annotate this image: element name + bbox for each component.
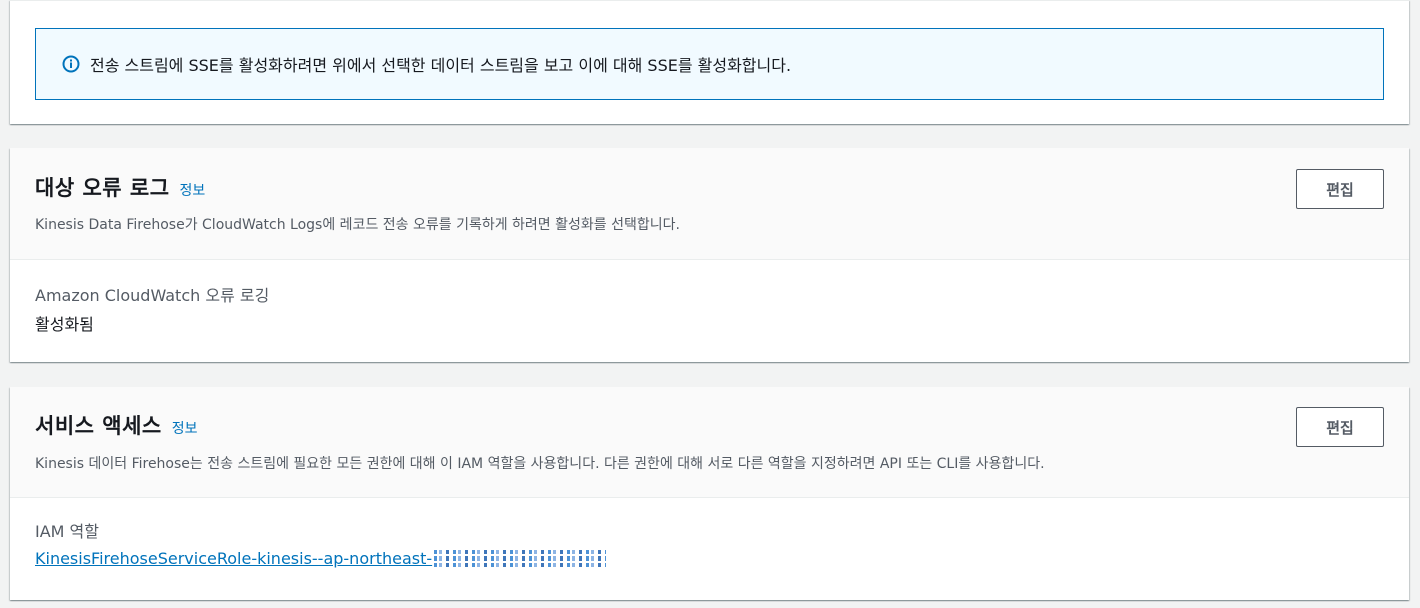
- sse-info-alert: 전송 스트림에 SSE를 활성화하려면 위에서 선택한 데이터 스트림을 보고 …: [35, 28, 1384, 100]
- iam-role-value: KinesisFirehoseServiceRole-kinesis--ap-n…: [35, 549, 607, 568]
- info-link[interactable]: 정보: [172, 421, 198, 437]
- edit-button[interactable]: 편집: [1296, 407, 1384, 447]
- redacted-region: [434, 550, 607, 567]
- field-label: Amazon CloudWatch 오류 로깅: [35, 286, 270, 305]
- panel-title-text: 서비스 액세스: [35, 414, 162, 438]
- info-circle-icon: [62, 55, 80, 73]
- edit-button[interactable]: 편집: [1296, 169, 1384, 209]
- sse-info-text: 전송 스트림에 SSE를 활성화하려면 위에서 선택한 데이터 스트림을 보고 …: [90, 56, 792, 75]
- iam-role-link[interactable]: KinesisFirehoseServiceRole-kinesis--ap-n…: [35, 549, 432, 568]
- info-link[interactable]: 정보: [180, 183, 206, 199]
- panel-description: Kinesis 데이터 Firehose는 전송 스트림에 필요한 모든 권한에…: [35, 456, 1045, 472]
- service-access-panel: 서비스 액세스 정보 Kinesis 데이터 Firehose는 전송 스트림에 …: [10, 387, 1409, 600]
- sse-panel: 전송 스트림에 SSE를 활성화하려면 위에서 선택한 데이터 스트림을 보고 …: [10, 0, 1409, 124]
- panel-title: 대상 오류 로그 정보: [35, 172, 205, 202]
- panel-title: 서비스 액세스 정보: [35, 410, 198, 440]
- panel-description: Kinesis Data Firehose가 CloudWatch Logs에 …: [35, 217, 680, 233]
- destination-error-logs-panel: 대상 오류 로그 정보 Kinesis Data Firehose가 CloudW…: [10, 148, 1409, 362]
- panel-header: 대상 오류 로그 정보 Kinesis Data Firehose가 CloudW…: [10, 148, 1409, 260]
- field-label: IAM 역할: [35, 522, 99, 541]
- panel-header: 서비스 액세스 정보 Kinesis 데이터 Firehose는 전송 스트림에 …: [10, 387, 1409, 498]
- field-value: 활성화됨: [35, 315, 94, 334]
- panel-title-text: 대상 오류 로그: [35, 176, 170, 200]
